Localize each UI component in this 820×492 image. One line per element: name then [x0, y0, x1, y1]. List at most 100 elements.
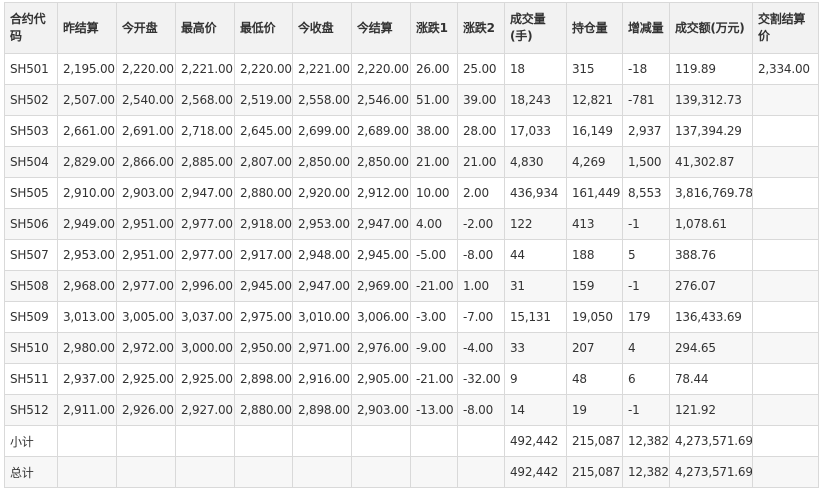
table-cell: 2,850.00 — [292, 146, 352, 178]
table-cell: 122 — [504, 208, 567, 240]
table-cell: -18 — [622, 53, 670, 85]
table-cell — [57, 425, 117, 457]
table-cell: 2,949.00 — [57, 208, 117, 240]
table-cell: 2,221.00 — [175, 53, 235, 85]
table-cell: 2,691.00 — [116, 115, 176, 147]
table-cell: 179 — [622, 301, 670, 333]
column-header: 今开盘 — [116, 2, 176, 54]
table-cell — [175, 456, 235, 488]
table-cell: -1 — [622, 208, 670, 240]
table-cell: 78.44 — [669, 363, 753, 395]
contract-code-cell: SH504 — [4, 146, 58, 178]
column-header: 合约代码 — [4, 2, 58, 54]
table-header: 合约代码 昨结算 今开盘 最高价 最低价 今收盘 今结算 涨跌1 涨跌2 成交量(手) 持仓量 增减量… — [4, 2, 819, 54]
table-row: SH508 2,968.00 2,977.00 2,996.00 2,945.00 2,9… — [4, 270, 819, 302]
table-cell: 2,953.00 — [57, 239, 117, 271]
table-body: SH501 2,195.00 2,220.00 2,221.00 2,220.00 2,2… — [4, 53, 819, 488]
table-cell: 1,500 — [622, 146, 670, 178]
column-header: 成交额(万元) — [669, 2, 753, 54]
table-cell: 2.00 — [457, 177, 505, 209]
table-cell: 2,850.00 — [351, 146, 411, 178]
table-cell: 413 — [566, 208, 623, 240]
table-cell: 2,911.00 — [57, 394, 117, 426]
table-row: 总计 492,442 215,087 12,382 4,273,571.69 — [4, 456, 819, 488]
column-header: 今结算 — [351, 2, 411, 54]
column-header: 交割结算价 — [752, 2, 819, 54]
table-cell: 2,898.00 — [234, 363, 293, 395]
table-cell — [351, 425, 411, 457]
table-cell: 15,131 — [504, 301, 567, 333]
table-cell: 2,221.00 — [292, 53, 352, 85]
table-cell: 3,037.00 — [175, 301, 235, 333]
table-cell: 2,903.00 — [116, 177, 176, 209]
column-header: 持仓量 — [566, 2, 623, 54]
table-row: SH505 2,910.00 2,903.00 2,947.00 2,880.00 2,9… — [4, 177, 819, 209]
table-cell: 492,442 — [504, 456, 567, 488]
table-row: SH501 2,195.00 2,220.00 2,221.00 2,220.00 2,2… — [4, 53, 819, 85]
table-cell: -9.00 — [410, 332, 458, 364]
table-cell: 2,972.00 — [116, 332, 176, 364]
table-cell: 139,312.73 — [669, 84, 753, 116]
table-cell: 2,905.00 — [351, 363, 411, 395]
column-header: 最低价 — [234, 2, 293, 54]
table-row: SH509 3,013.00 3,005.00 3,037.00 2,975.00 3,0… — [4, 301, 819, 333]
table-cell — [175, 425, 235, 457]
table-cell: 2,926.00 — [116, 394, 176, 426]
table-cell — [752, 425, 819, 457]
table-cell: 2,568.00 — [175, 84, 235, 116]
table-cell: 2,912.00 — [351, 177, 411, 209]
table-cell: 119.89 — [669, 53, 753, 85]
table-cell: 6 — [622, 363, 670, 395]
table-cell: 4,830 — [504, 146, 567, 178]
table-cell: 19,050 — [566, 301, 623, 333]
table-cell: 3,816,769.78 — [669, 177, 753, 209]
table-cell: 4,269 — [566, 146, 623, 178]
table-row: SH511 2,937.00 2,925.00 2,925.00 2,898.00 2,9… — [4, 363, 819, 395]
table-cell: 16,149 — [566, 115, 623, 147]
table-cell — [457, 425, 505, 457]
table-cell: 2,885.00 — [175, 146, 235, 178]
table-cell: 4,273,571.69 — [669, 456, 753, 488]
table-cell: -21.00 — [410, 270, 458, 302]
futures-quote-table: 合约代码 昨结算 今开盘 最高价 最低价 今收盘 今结算 涨跌1 涨跌2 成交量(手) 持仓量 增减量… — [4, 2, 819, 488]
contract-code-cell: SH506 — [4, 208, 58, 240]
table-cell — [234, 425, 293, 457]
table-cell: 2,980.00 — [57, 332, 117, 364]
table-cell: 51.00 — [410, 84, 458, 116]
table-cell: 2,507.00 — [57, 84, 117, 116]
table-cell: 2,950.00 — [234, 332, 293, 364]
contract-code-cell: SH502 — [4, 84, 58, 116]
table-cell — [752, 301, 819, 333]
table-cell: 121.92 — [669, 394, 753, 426]
table-cell: 215,087 — [566, 425, 623, 457]
table-cell — [752, 239, 819, 271]
table-cell: 12,821 — [566, 84, 623, 116]
table-cell: 17,033 — [504, 115, 567, 147]
table-cell: 4.00 — [410, 208, 458, 240]
table-cell: 3,013.00 — [57, 301, 117, 333]
table-cell: 2,925.00 — [116, 363, 176, 395]
table-container: 合约代码 昨结算 今开盘 最高价 最低价 今收盘 今结算 涨跌1 涨跌2 成交量(手) 持仓量 增减量… — [0, 0, 820, 488]
column-header: 最高价 — [175, 2, 235, 54]
table-cell: 2,927.00 — [175, 394, 235, 426]
table-cell: 2,866.00 — [116, 146, 176, 178]
table-row: SH506 2,949.00 2,951.00 2,977.00 2,918.00 2,9… — [4, 208, 819, 240]
table-cell: -32.00 — [457, 363, 505, 395]
contract-code-cell: SH511 — [4, 363, 58, 395]
table-cell: 294.65 — [669, 332, 753, 364]
table-row: SH503 2,661.00 2,691.00 2,718.00 2,645.00 2,6… — [4, 115, 819, 147]
table-cell: 2,996.00 — [175, 270, 235, 302]
table-cell: 2,661.00 — [57, 115, 117, 147]
table-cell: 2,334.00 — [752, 53, 819, 85]
table-cell: 31 — [504, 270, 567, 302]
table-cell: 5 — [622, 239, 670, 271]
table-cell — [752, 146, 819, 178]
table-cell: 159 — [566, 270, 623, 302]
column-header: 涨跌2 — [457, 2, 505, 54]
table-cell: 2,975.00 — [234, 301, 293, 333]
table-cell: 21.00 — [457, 146, 505, 178]
table-cell: 2,947.00 — [351, 208, 411, 240]
table-cell — [752, 270, 819, 302]
table-cell: 2,807.00 — [234, 146, 293, 178]
column-header: 成交量(手) — [504, 2, 567, 54]
